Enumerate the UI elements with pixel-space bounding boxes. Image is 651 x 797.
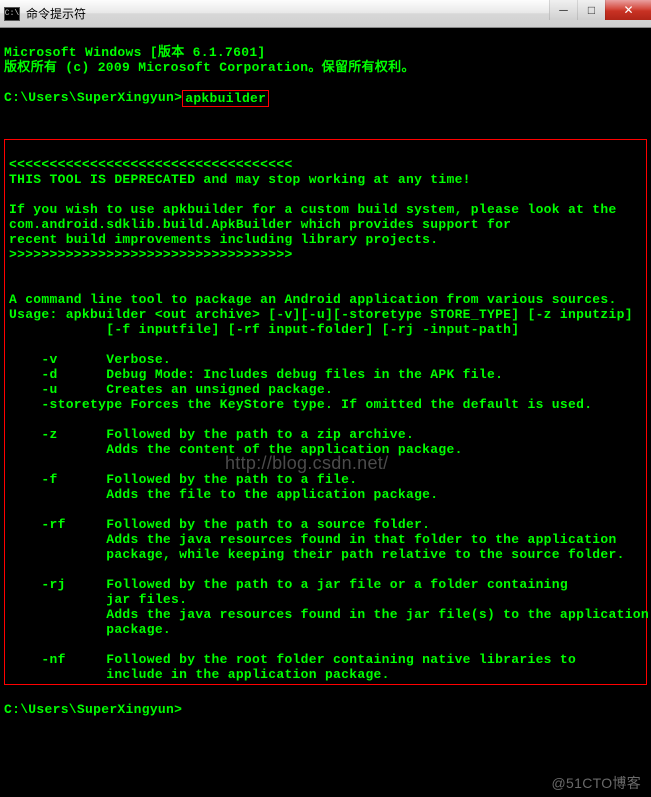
output-line: -u Creates an unsigned package. <box>9 382 333 397</box>
watermark-51cto: @51CTO博客 <box>552 776 641 791</box>
output-line: [-f inputfile] [-rf input-folder] [-rj -… <box>9 322 519 337</box>
output-line: -d Debug Mode: Includes debug files in t… <box>9 367 503 382</box>
output-line: -rf Followed by the path to a source fol… <box>9 517 430 532</box>
output-line: Adds the content of the application pack… <box>9 442 463 457</box>
output-line: package, while keeping their path relati… <box>9 547 625 562</box>
output-line: -v Verbose. <box>9 352 171 367</box>
output-line: If you wish to use apkbuilder for a cust… <box>9 202 617 217</box>
output-line: A command line tool to package an Androi… <box>9 292 617 307</box>
output-line: recent build improvements including libr… <box>9 232 438 247</box>
prompt-path: C:\Users\SuperXingyun> <box>4 702 182 717</box>
window-title: 命令提示符 <box>26 5 86 22</box>
maximize-button[interactable]: □ <box>577 0 605 20</box>
output-line: THIS TOOL IS DEPRECATED and may stop wor… <box>9 172 471 187</box>
prompt-path: C:\Users\SuperXingyun> <box>4 90 182 107</box>
command-prompt-window: C:\ 命令提示符 ─ □ ✕ Microsoft Windows [版本 6.… <box>0 0 651 797</box>
output-line: Adds the java resources found in the jar… <box>9 607 649 622</box>
output-line: Usage: apkbuilder <out archive> [-v][-u]… <box>9 307 633 322</box>
titlebar[interactable]: C:\ 命令提示符 ─ □ ✕ <box>0 0 651 28</box>
output-line: -nf Followed by the root folder containi… <box>9 652 576 667</box>
terminal-area[interactable]: Microsoft Windows [版本 6.1.7601] 版权所有 (c)… <box>0 28 651 797</box>
output-line: -storetype Forces the KeyStore type. If … <box>9 397 592 412</box>
output-line: jar files. <box>9 592 187 607</box>
output-highlight-box: <<<<<<<<<<<<<<<<<<<<<<<<<<<<<<<<<<< THIS… <box>4 139 647 685</box>
output-line: -f Followed by the path to a file. <box>9 472 357 487</box>
command-highlight: apkbuilder <box>182 90 269 107</box>
output-line: <<<<<<<<<<<<<<<<<<<<<<<<<<<<<<<<<<< <box>9 157 293 172</box>
output-line: >>>>>>>>>>>>>>>>>>>>>>>>>>>>>>>>>>> <box>9 247 293 262</box>
output-line: Adds the file to the application package… <box>9 487 438 502</box>
minimize-button[interactable]: ─ <box>549 0 577 20</box>
output-line: -z Followed by the path to a zip archive… <box>9 427 414 442</box>
output-line: include in the application package. <box>9 667 390 682</box>
output-line: com.android.sdklib.build.ApkBuilder whic… <box>9 217 511 232</box>
output-line: Adds the java resources found in that fo… <box>9 532 617 547</box>
close-button[interactable]: ✕ <box>605 0 651 20</box>
window-controls: ─ □ ✕ <box>549 0 651 20</box>
output-line: -rj Followed by the path to a jar file o… <box>9 577 568 592</box>
output-line: package. <box>9 622 171 637</box>
header-line: Microsoft Windows [版本 6.1.7601] <box>4 45 266 60</box>
app-icon: C:\ <box>4 7 20 21</box>
header-line: 版权所有 (c) 2009 Microsoft Corporation。保留所有… <box>4 60 415 75</box>
